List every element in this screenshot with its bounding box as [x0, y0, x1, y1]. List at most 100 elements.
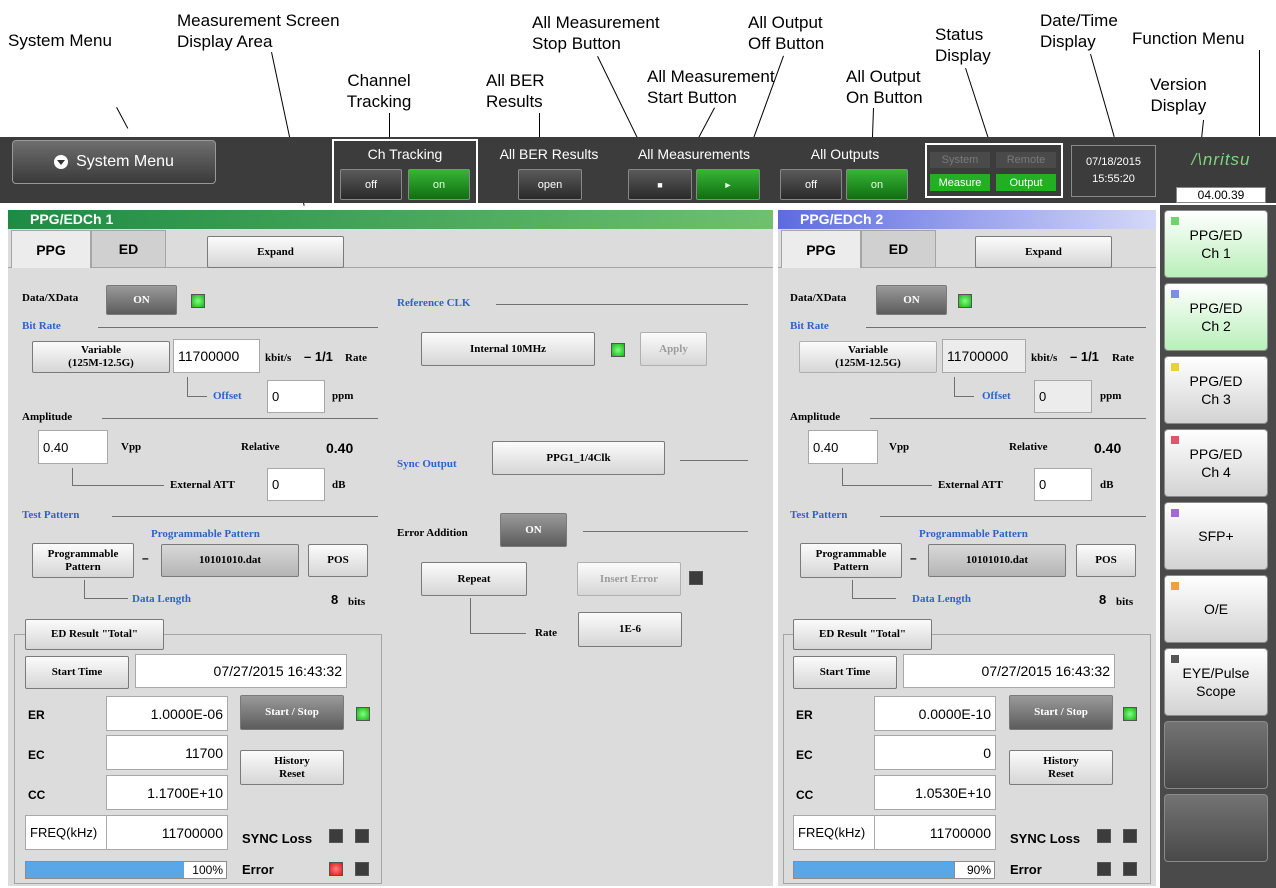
all-measurement-start-button[interactable]: ►: [696, 169, 760, 200]
function-menu-item[interactable]: [1164, 794, 1268, 862]
system-menu-label: System Menu: [76, 153, 174, 170]
leader-channel-tracking: [389, 113, 390, 139]
ch2-att-field[interactable]: 0: [1034, 468, 1092, 501]
ch2-sync-loss-led-1: [1097, 829, 1111, 843]
all-outputs-on-button[interactable]: on: [846, 169, 908, 200]
ch2-vpp: Vpp: [889, 441, 910, 453]
channel-color-icon: [1171, 509, 1179, 517]
ch1-amplitude-rule: [102, 418, 378, 419]
function-menu-item[interactable]: SFP+: [1164, 502, 1268, 570]
ch2-ec-field: 0: [874, 735, 996, 770]
function-menu-item[interactable]: [1164, 721, 1268, 789]
all-measurement-stop-button[interactable]: ■: [628, 169, 692, 200]
all-ber-open-button[interactable]: open: [518, 169, 582, 200]
callout-datetime: Date/Time Display: [1040, 11, 1118, 51]
function-menu-item[interactable]: PPG/ED Ch 3: [1164, 356, 1268, 424]
ch1-offset-field[interactable]: 0: [267, 380, 325, 413]
function-menu-item[interactable]: PPG/ED Ch 4: [1164, 429, 1268, 497]
ch2-bitrate-field[interactable]: 11700000: [942, 339, 1026, 373]
leader-datetime: [1090, 54, 1115, 137]
ch1-tab-ppg[interactable]: PPG: [11, 230, 91, 268]
function-menu-item[interactable]: O/E: [1164, 575, 1268, 643]
ch2-ratio: – 1/1: [1070, 349, 1099, 364]
ch1-relative-label: Relative: [241, 441, 280, 453]
function-menu-item[interactable]: EYE/Pulse Scope: [1164, 648, 1268, 716]
ch1-tab-ed[interactable]: ED: [91, 230, 166, 268]
function-menu-item[interactable]: PPG/ED Ch 2: [1164, 283, 1268, 351]
ch1-start-stop-button[interactable]: Start / Stop: [240, 695, 344, 730]
ch2-offset-field[interactable]: 0: [1034, 380, 1092, 413]
leader-status: [965, 68, 989, 139]
ch2-variable-button[interactable]: Variable (125M-12.5G): [799, 341, 937, 373]
ch1-reference-clk-rule: [496, 304, 748, 305]
callout-status: Status Display: [935, 25, 991, 65]
ch1-offset-label: Offset: [213, 390, 242, 402]
ch1-pattern-button[interactable]: Programmable Pattern: [32, 543, 134, 578]
function-menu-label: PPG/ED Ch 1: [1189, 227, 1243, 261]
ch2-start-stop-button[interactable]: Start / Stop: [1009, 695, 1113, 730]
ch2-bit-rate-label: Bit Rate: [790, 320, 829, 332]
ch1-error-on-button[interactable]: ON: [500, 513, 567, 547]
ch1-sync-output-button[interactable]: PPG1_1/4Clk: [492, 441, 665, 475]
ch1-ec-field: 11700: [106, 735, 228, 770]
ch1-insert-error-button[interactable]: Insert Error: [577, 562, 681, 596]
all-outputs-off-button[interactable]: off: [780, 169, 842, 200]
ch1-bit-rate-label: Bit Rate: [22, 320, 61, 332]
ch2-pos-button[interactable]: POS: [1076, 544, 1136, 577]
ch1-internal-clk-button[interactable]: Internal 10MHz: [421, 332, 595, 366]
ch2-data-on-button[interactable]: ON: [876, 285, 947, 315]
all-measurements-label: All Measurements: [637, 146, 751, 162]
ch1-ed-result-button[interactable]: ED Result "Total": [25, 619, 164, 650]
ch2-att-connector-h: [842, 485, 932, 486]
ch-tracking-on-button[interactable]: on: [408, 169, 470, 200]
ch1-error-addition-label: Error Addition: [397, 527, 468, 539]
ch1-apply-button[interactable]: Apply: [640, 332, 707, 366]
ch2-history-reset-button[interactable]: History Reset: [1009, 750, 1113, 785]
status-output: Output: [996, 174, 1056, 191]
status-measure: Measure: [930, 174, 990, 191]
ch2-start-time-field: 07/27/2015 16:43:32: [903, 654, 1115, 688]
function-menu-label: PPG/ED Ch 4: [1189, 446, 1243, 480]
ch1-variable-button[interactable]: Variable (125M-12.5G): [32, 341, 170, 373]
ch2-freq-text: FREQ(kHz): [798, 825, 866, 840]
anritsu-logo: /\nritsu: [1191, 150, 1251, 169]
ch2-ed-result-button[interactable]: ED Result "Total": [793, 619, 932, 650]
ch-tracking-off-button[interactable]: off: [340, 169, 402, 200]
ch2-programmable-pattern-label: Programmable Pattern: [919, 528, 1028, 540]
ch1-repeat-button[interactable]: Repeat: [421, 562, 527, 596]
ch1-history-reset-button[interactable]: History Reset: [240, 750, 344, 785]
ch1-data-on-button[interactable]: ON: [106, 285, 177, 315]
function-menu-item[interactable]: PPG/ED Ch 1: [1164, 210, 1268, 278]
ch2-tab-ppg[interactable]: PPG: [781, 230, 861, 268]
ch2-relative-value: 0.40: [1094, 440, 1122, 456]
ch1-expand-button[interactable]: Expand: [207, 236, 344, 268]
ch1-amplitude-field[interactable]: 0.40: [38, 430, 108, 464]
ch2-bit-rate-rule: [866, 327, 1146, 328]
ch1-bitrate-field[interactable]: 11700000: [173, 339, 260, 373]
ch2-amplitude-label: Amplitude: [790, 411, 841, 423]
ch2-pattern-button[interactable]: Programmable Pattern: [800, 543, 902, 578]
system-menu-button[interactable]: System Menu: [12, 140, 216, 184]
function-menu-label: EYE/Pulse Scope: [1182, 665, 1250, 699]
ch1-bit-rate-rule: [98, 327, 378, 328]
ch1-offset-connector-h: [187, 396, 207, 397]
ch2-tab-ed[interactable]: ED: [861, 230, 936, 268]
ch1-att-field[interactable]: 0: [267, 468, 325, 501]
ch2-amplitude-field[interactable]: 0.40: [808, 430, 878, 464]
ch1-pattern-file-button[interactable]: 10101010.dat: [161, 544, 299, 577]
ch1-start-time-button[interactable]: Start Time: [25, 656, 129, 689]
ch1-ppm: ppm: [332, 390, 354, 402]
callout-system-menu: System Menu: [8, 31, 112, 50]
ch1-rate-button[interactable]: 1E-6: [578, 612, 682, 647]
ch1-clk-led: [611, 343, 625, 357]
ch1-pos-button[interactable]: POS: [308, 544, 368, 577]
function-menu-label: PPG/ED Ch 3: [1189, 373, 1243, 407]
ch2-pattern-file-button[interactable]: 10101010.dat: [928, 544, 1066, 577]
ch1-data-xdata-label: Data/XData: [22, 292, 79, 304]
ch2-expand-button[interactable]: Expand: [975, 236, 1112, 268]
ch2-progress-fill: [794, 862, 974, 878]
ch1-offset-connector-v: [187, 377, 188, 396]
ch1-start-time-field: 07/27/2015 16:43:32: [135, 654, 347, 688]
ch2-er-field: 0.0000E-10: [874, 696, 996, 731]
ch2-start-time-button[interactable]: Start Time: [793, 656, 897, 689]
